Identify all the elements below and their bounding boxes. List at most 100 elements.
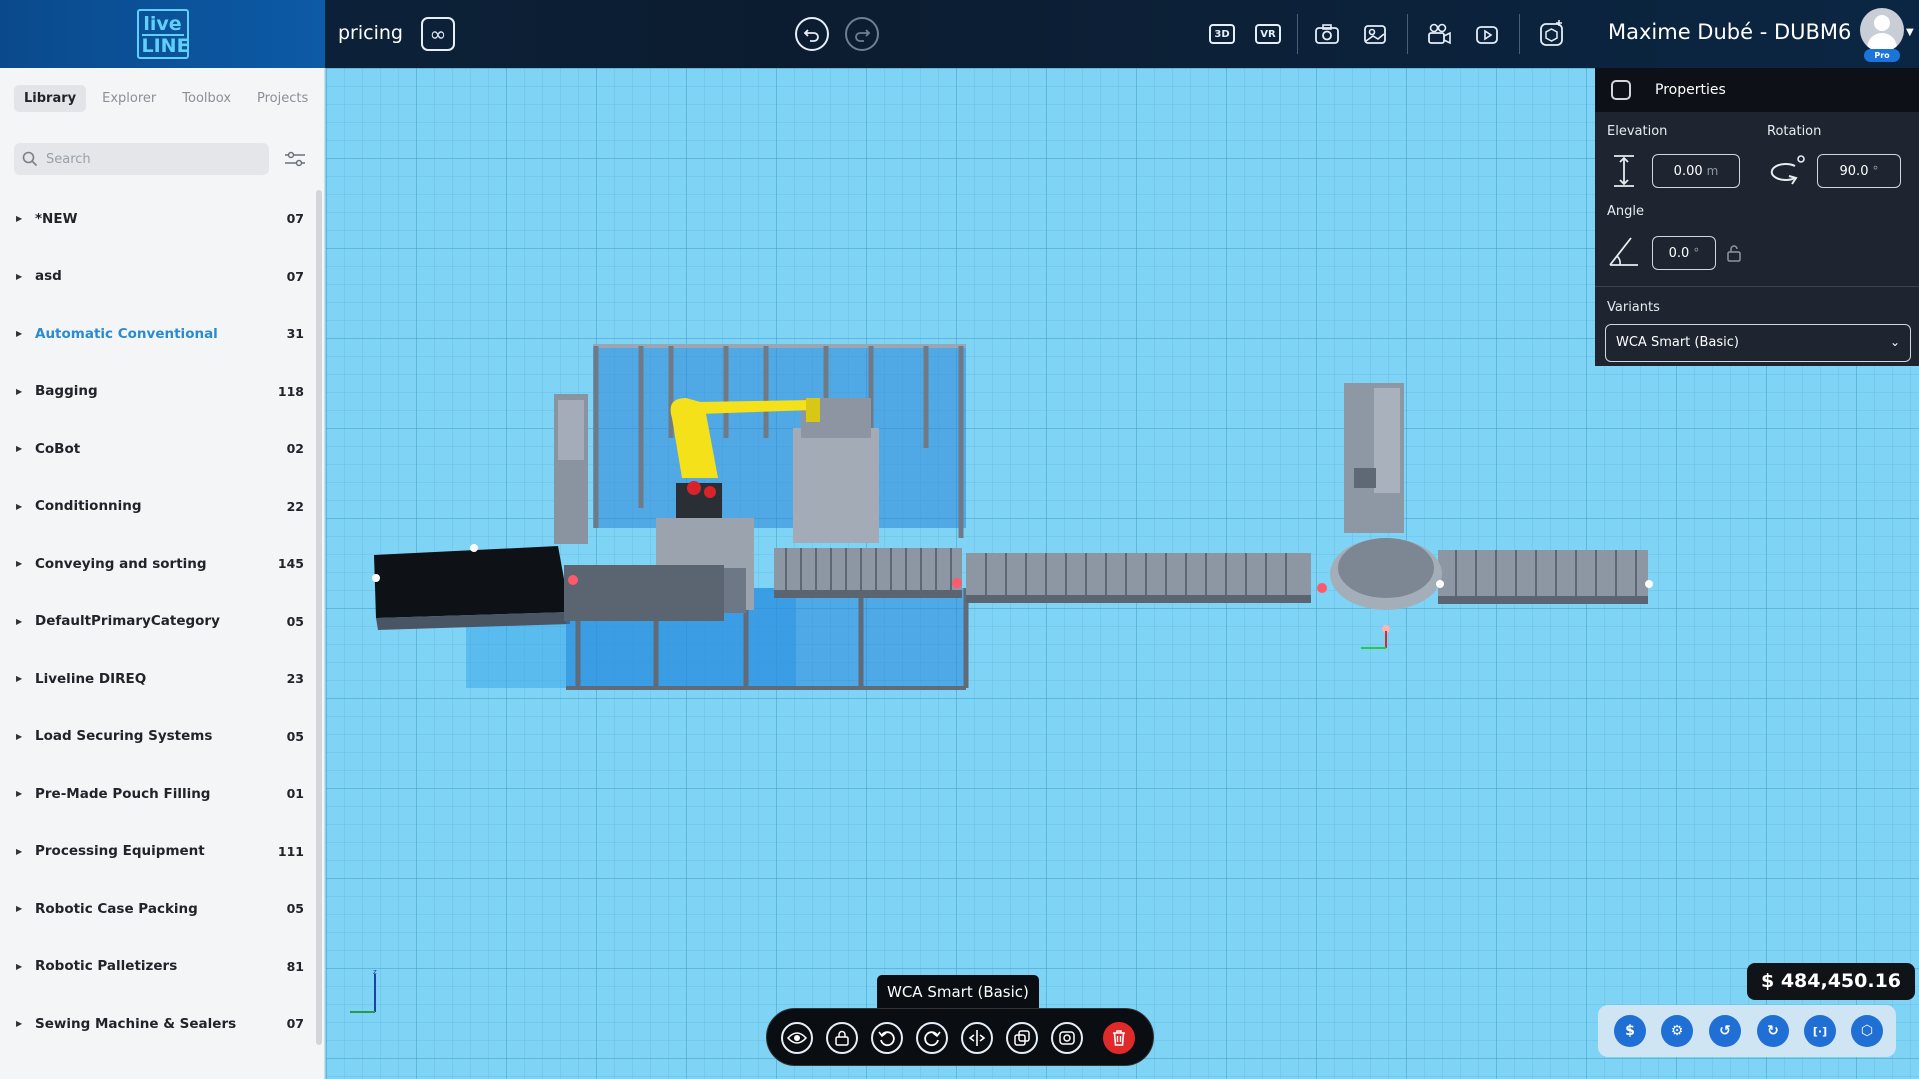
- chevron-down-icon[interactable]: ▼: [1906, 27, 1914, 38]
- toolbar-divider: [1519, 14, 1520, 54]
- fit-view-button[interactable]: [·]: [1804, 1015, 1836, 1047]
- caret-right-icon[interactable]: ▶: [16, 272, 22, 281]
- elevation-field[interactable]: 0.00 m: [1652, 154, 1740, 188]
- undo-button[interactable]: [795, 17, 829, 51]
- infinity-icon: ∞: [429, 22, 447, 46]
- belt-conveyor: [372, 544, 570, 630]
- category-label: Sewing Machine & Sealers: [35, 1015, 237, 1032]
- rotate-left-icon: [878, 1031, 895, 1047]
- sidebar-category-item[interactable]: ▶ Robotic Palletizers 81: [0, 938, 314, 996]
- variants-value: WCA Smart (Basic): [1616, 335, 1739, 350]
- sidebar-category-item[interactable]: ▶ Processing Equipment 111: [0, 823, 314, 881]
- total-price[interactable]: $ 484,450.16: [1747, 963, 1916, 1000]
- liveline-logo[interactable]: live LINE: [136, 9, 190, 59]
- caret-right-icon[interactable]: ▶: [16, 444, 22, 453]
- eye-icon: [787, 1032, 807, 1044]
- category-label: Liveline DIREQ: [35, 670, 147, 687]
- view-vr-button[interactable]: VR: [1255, 24, 1281, 44]
- category-count: 07: [286, 1016, 304, 1032]
- gallery-button[interactable]: [1361, 20, 1389, 48]
- project-name[interactable]: pricing: [338, 22, 403, 44]
- rotate-left-button[interactable]: [871, 1022, 903, 1054]
- perspective-button[interactable]: ⬡: [1851, 1015, 1883, 1047]
- dollar-icon: $: [1625, 1023, 1635, 1039]
- tab-toolbox[interactable]: Toolbox: [172, 85, 241, 112]
- avatar[interactable]: [1860, 8, 1904, 52]
- properties-title: Properties: [1655, 82, 1726, 98]
- tab-projects[interactable]: Projects: [247, 85, 318, 112]
- sidebar-category-item[interactable]: ▶ Robotic Case Packing 05: [0, 880, 314, 938]
- view-3d-button[interactable]: 3D: [1209, 24, 1235, 44]
- mirror-icon: [968, 1030, 986, 1046]
- video-camera-icon: [1428, 23, 1451, 45]
- sidebar-category-item[interactable]: ▶ CoBot 02: [0, 420, 314, 478]
- caret-right-icon[interactable]: ▶: [16, 962, 22, 971]
- sidebar-category-item[interactable]: ▶ Liveline DIREQ 23: [0, 650, 314, 708]
- sidebar-category-item[interactable]: ▶ asd 07: [0, 248, 314, 306]
- playback-button[interactable]: [1473, 20, 1501, 48]
- search-input[interactable]: [46, 143, 261, 175]
- sidebar-category-item[interactable]: ▶ Automatic Conventional 31: [0, 305, 314, 363]
- record-button[interactable]: [1425, 20, 1453, 48]
- lock-button[interactable]: [826, 1022, 858, 1054]
- sidebar-category-item[interactable]: ▶ *NEW 07: [0, 190, 314, 248]
- delete-button[interactable]: [1103, 1022, 1135, 1054]
- properties-divider: [1595, 286, 1919, 287]
- orbit-left-button[interactable]: ↺: [1709, 1015, 1741, 1047]
- rotation-field[interactable]: 90.0 °: [1817, 154, 1901, 188]
- settings-button[interactable]: ⚙: [1661, 1015, 1693, 1047]
- caret-right-icon[interactable]: ▶: [16, 1019, 22, 1028]
- infinity-button[interactable]: ∞: [421, 17, 455, 51]
- category-label: Pre-Made Pouch Filling: [35, 785, 211, 802]
- angle-unit: °: [1693, 246, 1700, 260]
- tab-library[interactable]: Library: [14, 85, 87, 112]
- tab-explorer[interactable]: Explorer: [92, 85, 166, 112]
- redo-button[interactable]: [845, 17, 879, 51]
- rotate-right-icon: [924, 1031, 941, 1047]
- caret-right-icon[interactable]: ▶: [16, 617, 22, 626]
- caret-right-icon[interactable]: ▶: [16, 214, 22, 223]
- properties-header: Properties: [1595, 68, 1919, 112]
- caret-right-icon[interactable]: ▶: [16, 732, 22, 741]
- category-count: 05: [286, 613, 304, 629]
- caret-right-icon[interactable]: ▶: [16, 847, 22, 856]
- caret-right-icon[interactable]: ▶: [16, 502, 22, 511]
- focus-camera-button[interactable]: [1051, 1022, 1083, 1054]
- category-count: 07: [286, 268, 304, 284]
- rotate-right-button[interactable]: [916, 1022, 948, 1054]
- visibility-button[interactable]: [781, 1022, 813, 1054]
- category-label: Robotic Case Packing: [35, 900, 198, 917]
- logo-text-top: live: [143, 13, 182, 35]
- caret-right-icon[interactable]: ▶: [16, 789, 22, 798]
- filter-button[interactable]: [284, 150, 306, 168]
- caret-right-icon[interactable]: ▶: [16, 329, 22, 338]
- mirror-button[interactable]: [961, 1022, 993, 1054]
- duplicate-button[interactable]: [1006, 1022, 1038, 1054]
- category-count: 05: [286, 728, 304, 744]
- logo-text-bottom: LINE: [141, 34, 190, 57]
- sidebar-category-item[interactable]: ▶ Sewing Machine & Sealers 07: [0, 995, 314, 1053]
- elevation-icon: [1614, 155, 1634, 187]
- angle-field[interactable]: 0.0 °: [1652, 236, 1716, 270]
- unlock-icon[interactable]: [1726, 244, 1742, 262]
- caret-right-icon[interactable]: ▶: [16, 904, 22, 913]
- caret-right-icon[interactable]: ▶: [16, 387, 22, 396]
- control-cabinet: [554, 394, 588, 544]
- sidebar-category-item[interactable]: ▶ Load Securing Systems 05: [0, 708, 314, 766]
- add-object-button[interactable]: [1537, 18, 1567, 48]
- sidebar-category-item[interactable]: ▶ Pre-Made Pouch Filling 01: [0, 765, 314, 823]
- caret-right-icon[interactable]: ▶: [16, 674, 22, 683]
- variants-dropdown[interactable]: WCA Smart (Basic) ⌄: [1605, 324, 1911, 362]
- pricing-button[interactable]: $: [1614, 1015, 1646, 1047]
- sidebar-category-item[interactable]: ▶ Bagging 118: [0, 363, 314, 421]
- orbit-right-button[interactable]: ↻: [1757, 1015, 1789, 1047]
- sidebar-category-item[interactable]: ▶ Conditionning 22: [0, 478, 314, 536]
- screenshot-button[interactable]: [1313, 20, 1341, 48]
- sidebar-category-item[interactable]: ▶ Conveying and sorting 145: [0, 535, 314, 593]
- caret-right-icon[interactable]: ▶: [16, 559, 22, 568]
- logo-area: live LINE: [0, 0, 325, 68]
- sidebar-scrollbar[interactable]: [316, 190, 322, 1045]
- user-name[interactable]: Maxime Dubé - DUBM6: [1608, 20, 1851, 44]
- sidebar-category-item[interactable]: ▶ DefaultPrimaryCategory 05: [0, 593, 314, 651]
- play-video-icon: [1476, 26, 1498, 44]
